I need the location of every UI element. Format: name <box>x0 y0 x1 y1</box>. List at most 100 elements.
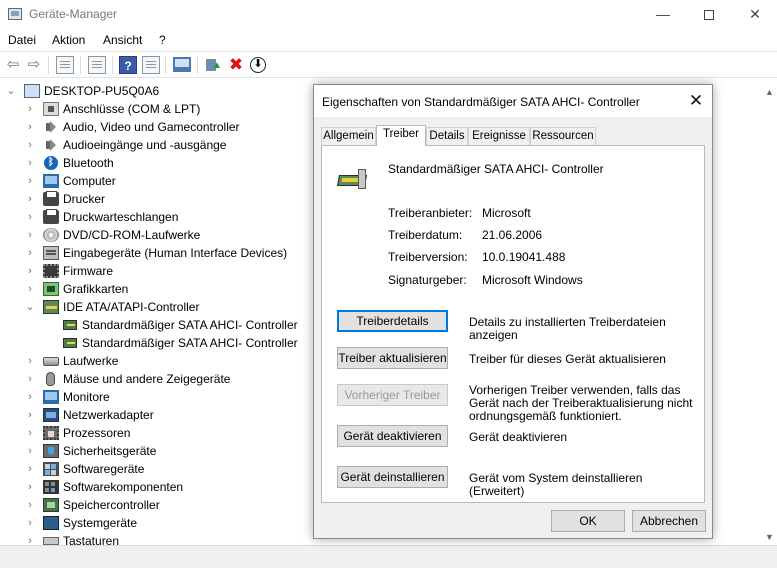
minimize-button[interactable]: — <box>640 0 686 30</box>
tree-item-druckwarteschlangen[interactable]: › Druckwarteschlangen <box>0 208 320 226</box>
toolbar: ⇦ ⇨ ? ✖ ⬇ <box>0 51 777 78</box>
uninstall-device-icon[interactable]: ✖ <box>227 56 245 74</box>
collapsed-icon[interactable]: › <box>25 390 35 404</box>
window-title: Geräte-Manager <box>29 7 118 21</box>
help-icon[interactable]: ? <box>119 56 137 74</box>
tree-item-systemgeraete[interactable]: › Systemgeräte <box>0 514 320 532</box>
tree-item-bluetooth[interactable]: › ᛒ Bluetooth <box>0 154 320 172</box>
properties-icon[interactable] <box>88 56 106 74</box>
tree-item-softwarekomponenten[interactable]: › Softwarekomponenten <box>0 478 320 496</box>
tree-item-label: Tastaturen <box>63 534 120 545</box>
driver-version-value: 10.0.19041.488 <box>482 250 566 264</box>
menu-aktion[interactable]: Aktion <box>52 33 85 47</box>
collapsed-icon[interactable]: › <box>25 426 35 440</box>
tree-item-audio-video[interactable]: › Audio, Video und Gamecontroller <box>0 118 320 136</box>
update-driver-button[interactable]: Treiber aktualisieren <box>337 347 448 369</box>
collapsed-icon[interactable]: › <box>25 138 35 152</box>
monitor-icon <box>43 390 59 404</box>
tree-item-grafikkarten[interactable]: › Grafikkarten <box>0 280 320 298</box>
collapsed-icon[interactable]: › <box>25 156 35 170</box>
collapsed-icon[interactable]: › <box>25 282 35 296</box>
uninstall-device-button[interactable]: Gerät deinstallieren <box>337 466 448 488</box>
tree-item-maeuse[interactable]: › Mäuse und andere Zeigegeräte <box>0 370 320 388</box>
collapsed-icon[interactable]: › <box>25 192 35 206</box>
cancel-button[interactable]: Abbrechen <box>632 510 706 532</box>
software-device-icon <box>43 462 59 476</box>
collapsed-icon[interactable]: › <box>25 534 35 545</box>
tree-item-prozessoren[interactable]: › Prozessoren <box>0 424 320 442</box>
tab-details[interactable]: Details <box>426 127 468 145</box>
scroll-down-icon[interactable]: ▼ <box>762 529 777 545</box>
collapsed-icon[interactable]: › <box>25 444 35 458</box>
toolbar-separator <box>80 56 81 74</box>
scroll-up-icon[interactable]: ▲ <box>762 84 777 100</box>
show-hide-console-tree-icon[interactable] <box>56 56 74 74</box>
driver-details-button[interactable]: Treiberdetails <box>337 310 448 332</box>
tree-item-anschluesse[interactable]: › Anschlüsse (COM & LPT) <box>0 100 320 118</box>
collapsed-icon[interactable]: › <box>25 102 35 116</box>
tab-treiber[interactable]: Treiber <box>376 125 426 146</box>
maximize-button[interactable] <box>686 0 732 30</box>
collapsed-icon[interactable]: › <box>25 372 35 386</box>
tree-item-laufwerke[interactable]: › Laufwerke <box>0 352 320 370</box>
tree-item-sata-controller-2[interactable]: Standardmäßiger SATA AHCI- Controller <box>0 334 320 352</box>
menu-datei[interactable]: Datei <box>8 33 36 47</box>
collapsed-icon[interactable]: › <box>25 408 35 422</box>
tree-item-dvd[interactable]: › DVD/CD-ROM-Laufwerke <box>0 226 320 244</box>
close-button[interactable]: ✕ <box>732 0 777 30</box>
collapsed-icon[interactable]: › <box>25 120 35 134</box>
tree-item-firmware[interactable]: › Firmware <box>0 262 320 280</box>
tree-item-label: Drucker <box>63 192 106 206</box>
expanded-icon[interactable]: ⌄ <box>6 84 16 98</box>
tree-item-sata-controller-1[interactable]: Standardmäßiger SATA AHCI- Controller <box>0 316 320 334</box>
enable-device-icon[interactable]: ⬇ <box>250 57 266 73</box>
tree-item-eingabegeraete[interactable]: › Eingabegeräte (Human Interface Devices… <box>0 244 320 262</box>
collapsed-icon[interactable]: › <box>25 228 35 242</box>
tree-item-tastaturen[interactable]: › Tastaturen <box>0 532 320 545</box>
collapsed-icon[interactable]: › <box>25 354 35 368</box>
tree-item-sicherheitsgeraete[interactable]: › Sicherheitsgeräte <box>0 442 320 460</box>
tree-item-softwaregeraete[interactable]: › Softwaregeräte <box>0 460 320 478</box>
tree-item-speichercontroller[interactable]: › Speichercontroller <box>0 496 320 514</box>
print-queue-icon <box>43 209 59 224</box>
collapsed-icon[interactable]: › <box>25 246 35 260</box>
port-icon <box>43 102 59 116</box>
back-arrow-icon[interactable]: ⇦ <box>4 56 22 74</box>
tree-item-computer[interactable]: › Computer <box>0 172 320 190</box>
horizontal-scrollbar[interactable] <box>0 545 777 568</box>
expanded-icon[interactable]: ⌄ <box>25 300 35 314</box>
collapsed-icon[interactable]: › <box>25 462 35 476</box>
collapsed-icon[interactable]: › <box>25 498 35 512</box>
scan-hardware-icon[interactable] <box>173 57 191 72</box>
collapsed-icon[interactable]: › <box>25 516 35 530</box>
tab-ereignisse[interactable]: Ereignisse <box>468 127 530 145</box>
tree-item-label: Mäuse und andere Zeigegeräte <box>63 372 231 386</box>
collapsed-icon[interactable]: › <box>25 264 35 278</box>
dialog-titlebar: Eigenschaften von Standardmäßiger SATA A… <box>314 85 712 117</box>
tab-allgemein[interactable]: Allgemein <box>321 127 376 145</box>
tree-item-drucker[interactable]: › Drucker <box>0 190 320 208</box>
tree-item-audio-io[interactable]: › Audioeingänge und -ausgänge <box>0 136 320 154</box>
collapsed-icon[interactable]: › <box>25 210 35 224</box>
action-pane-icon[interactable] <box>142 56 160 74</box>
sata-controller-icon <box>63 320 77 330</box>
forward-arrow-icon[interactable]: ⇨ <box>25 56 43 74</box>
ok-button[interactable]: OK <box>551 510 625 532</box>
tree-item-monitore[interactable]: › Monitore <box>0 388 320 406</box>
disable-device-button[interactable]: Gerät deaktivieren <box>337 425 448 447</box>
sata-controller-icon <box>337 166 370 194</box>
update-driver-icon[interactable] <box>204 56 222 74</box>
tree-item-label: Grafikkarten <box>63 282 129 296</box>
menu-help[interactable]: ? <box>159 33 166 47</box>
disc-drive-icon <box>43 228 59 242</box>
update-driver-description: Treiber für dieses Gerät aktualisieren <box>469 352 666 366</box>
dialog-close-icon[interactable]: ✕ <box>684 89 708 113</box>
tree-item-ide[interactable]: ⌄ IDE ATA/ATAPI-Controller <box>0 298 320 316</box>
tree-root[interactable]: ⌄ DESKTOP-PU5Q0A6 <box>0 82 320 100</box>
collapsed-icon[interactable]: › <box>25 174 35 188</box>
tree-item-netzwerkadapter[interactable]: › Netzwerkadapter <box>0 406 320 424</box>
tab-ressourcen[interactable]: Ressourcen <box>530 127 596 145</box>
roll-back-driver-button[interactable]: Vorheriger Treiber <box>337 384 448 406</box>
collapsed-icon[interactable]: › <box>25 480 35 494</box>
menu-ansicht[interactable]: Ansicht <box>103 33 142 47</box>
